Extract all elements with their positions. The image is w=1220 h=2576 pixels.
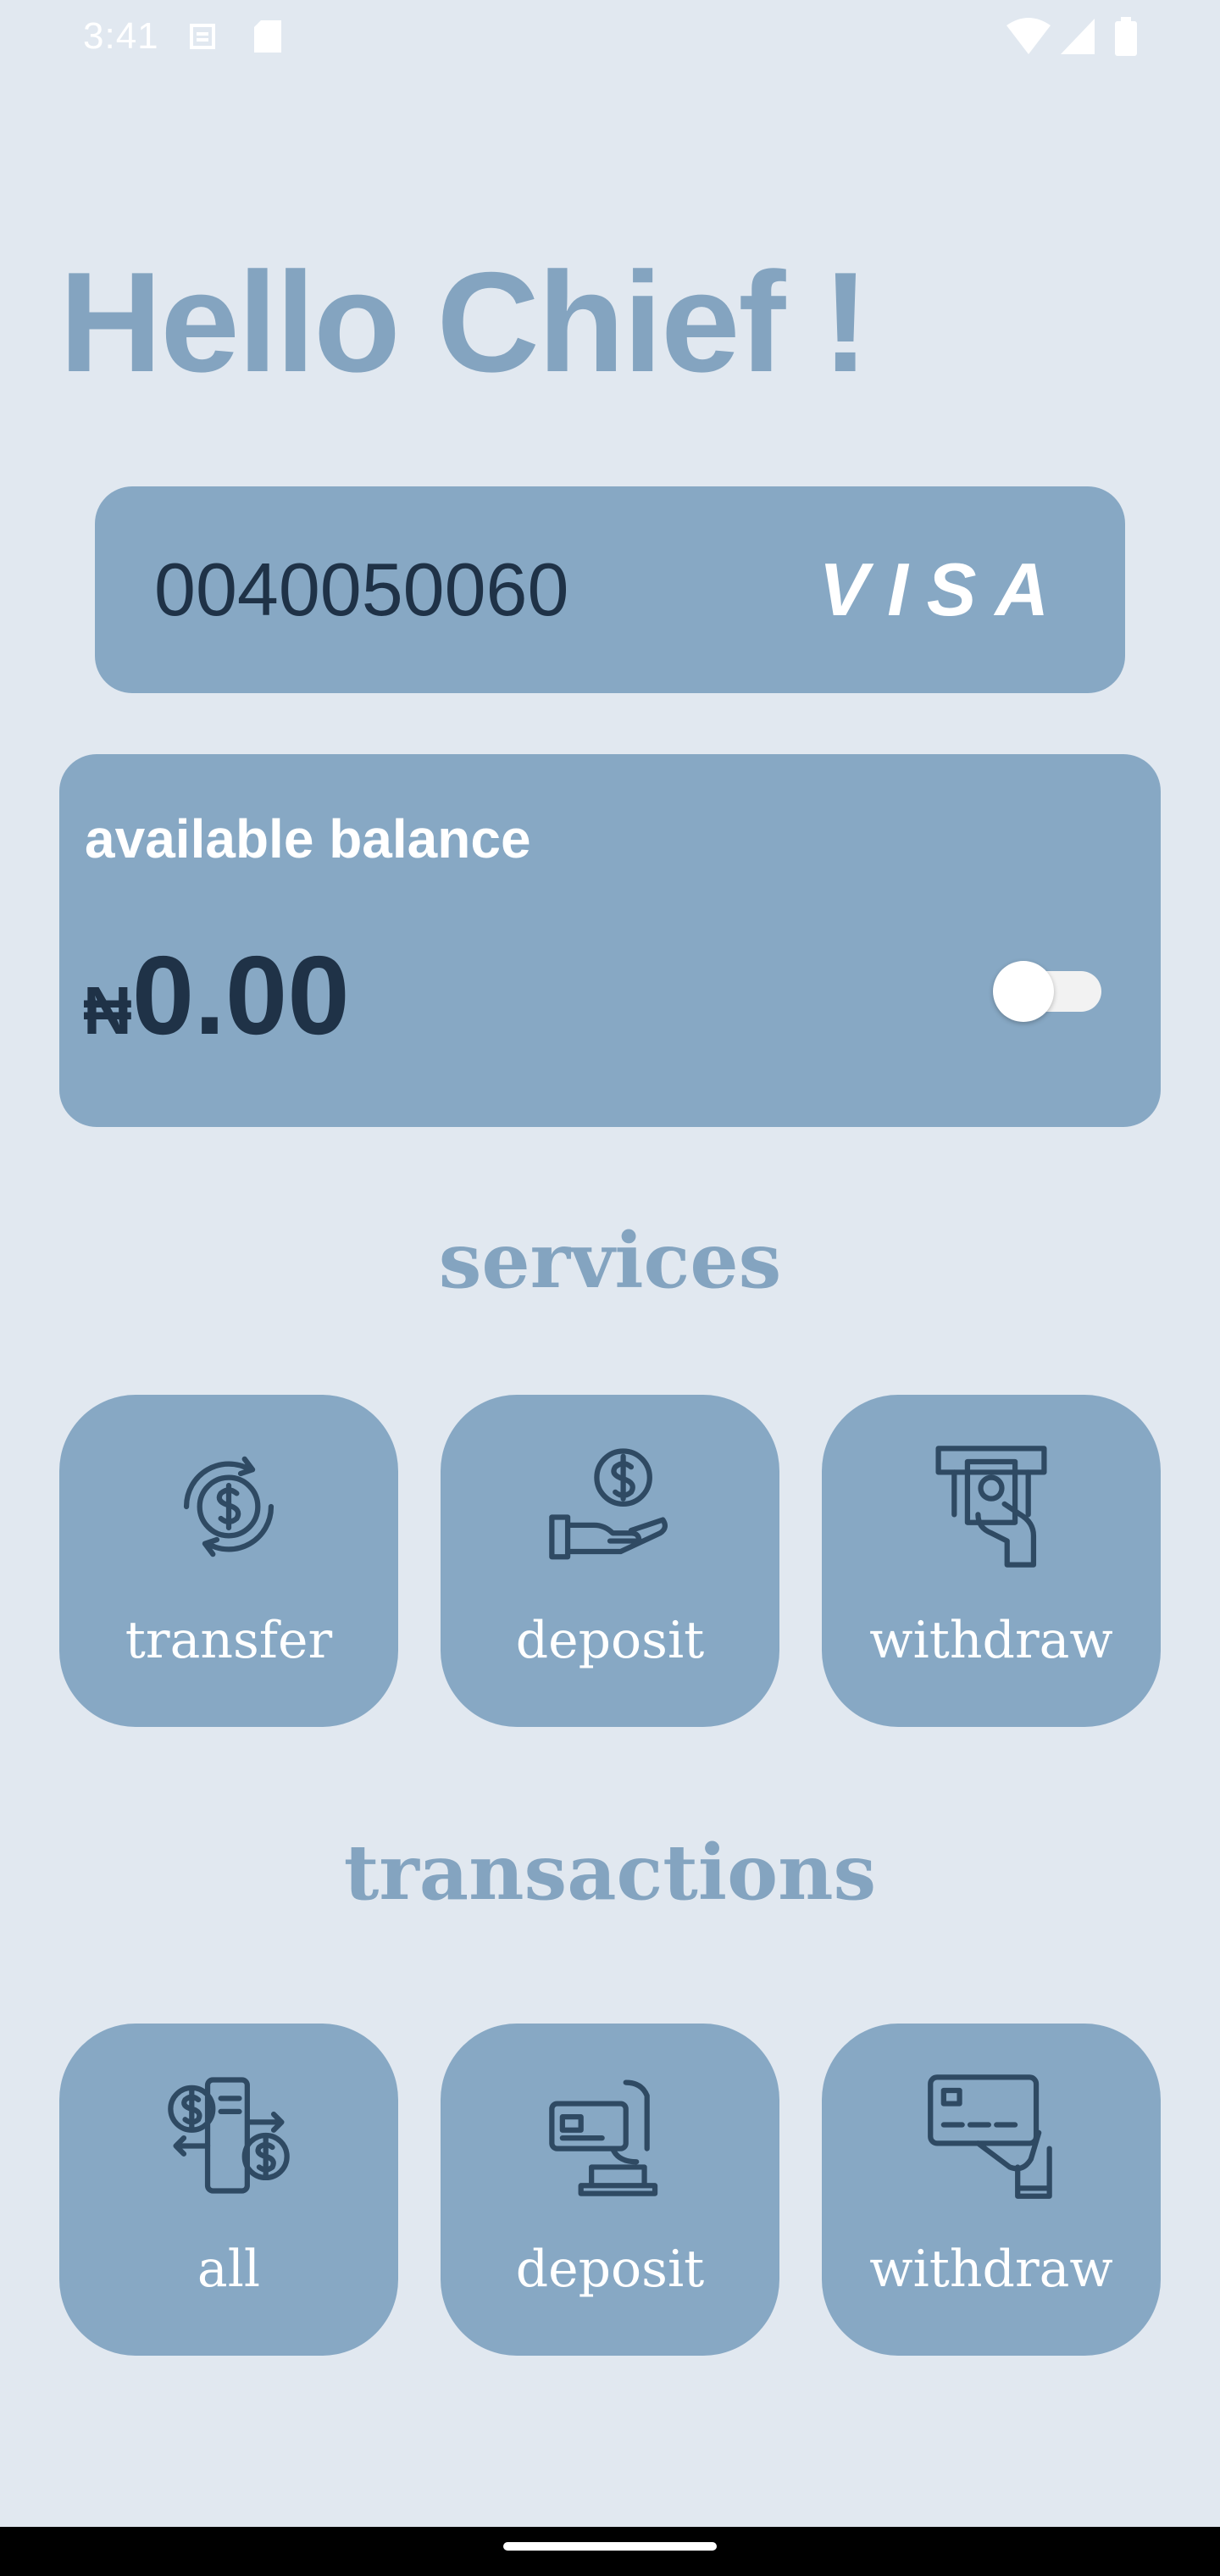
balance-value: 0.00 [131,933,350,1058]
balance-card: available balance ₦0.00 [59,754,1161,1127]
system-navigation-bar [0,2527,1220,2576]
balance-visibility-toggle[interactable] [993,961,1101,1022]
card-deposit-icon [549,2079,658,2196]
service-transfer-button[interactable]: transfer [59,1395,398,1727]
greeting-title: Hello Chief ! [59,242,869,402]
card-brand-logo: VISA [818,547,1068,631]
atm-withdraw-icon [935,1446,1047,1568]
balance-amount: ₦0.00 [83,932,350,1094]
status-time: 3:41 [83,15,159,57]
battery-icon [1115,17,1137,56]
signal-icon [1061,19,1095,54]
account-number: 0040050060 [154,547,569,631]
home-indicator[interactable] [503,2542,717,2551]
currency-symbol: ₦ [83,973,132,1048]
transactions-deposit-label: deposit [515,2240,705,2299]
balance-label: available balance [85,808,531,869]
service-transfer-label: transfer [125,1611,333,1670]
service-withdraw-button[interactable]: withdraw [822,1395,1161,1727]
service-deposit-button[interactable]: deposit [441,1395,779,1727]
services-heading: services [438,1216,782,1306]
transactions-heading: transactions [343,1828,877,1918]
card-withdraw-icon [928,2074,1052,2199]
wifi-icon [1006,18,1051,54]
money-transfer-icon [183,1456,274,1557]
service-withdraw-label: withdraw [869,1611,1113,1670]
service-deposit-label: deposit [515,1611,705,1670]
account-card[interactable]: 0040050060 VISA [95,486,1125,693]
transactions-all-label: all [197,2240,261,2299]
toggle-knob [993,961,1054,1022]
hand-coin-icon [549,1448,668,1560]
status-bar: 3:41 [0,0,1220,76]
sd-card-icon [254,20,281,53]
transactions-withdraw-label: withdraw [869,2240,1113,2299]
transactions-deposit-button[interactable]: deposit [441,2024,779,2356]
money-exchange-icon [168,2077,290,2194]
transactions-all-button[interactable]: all [59,2024,398,2356]
sync-icon [190,24,215,49]
transactions-withdraw-button[interactable]: withdraw [822,2024,1161,2356]
